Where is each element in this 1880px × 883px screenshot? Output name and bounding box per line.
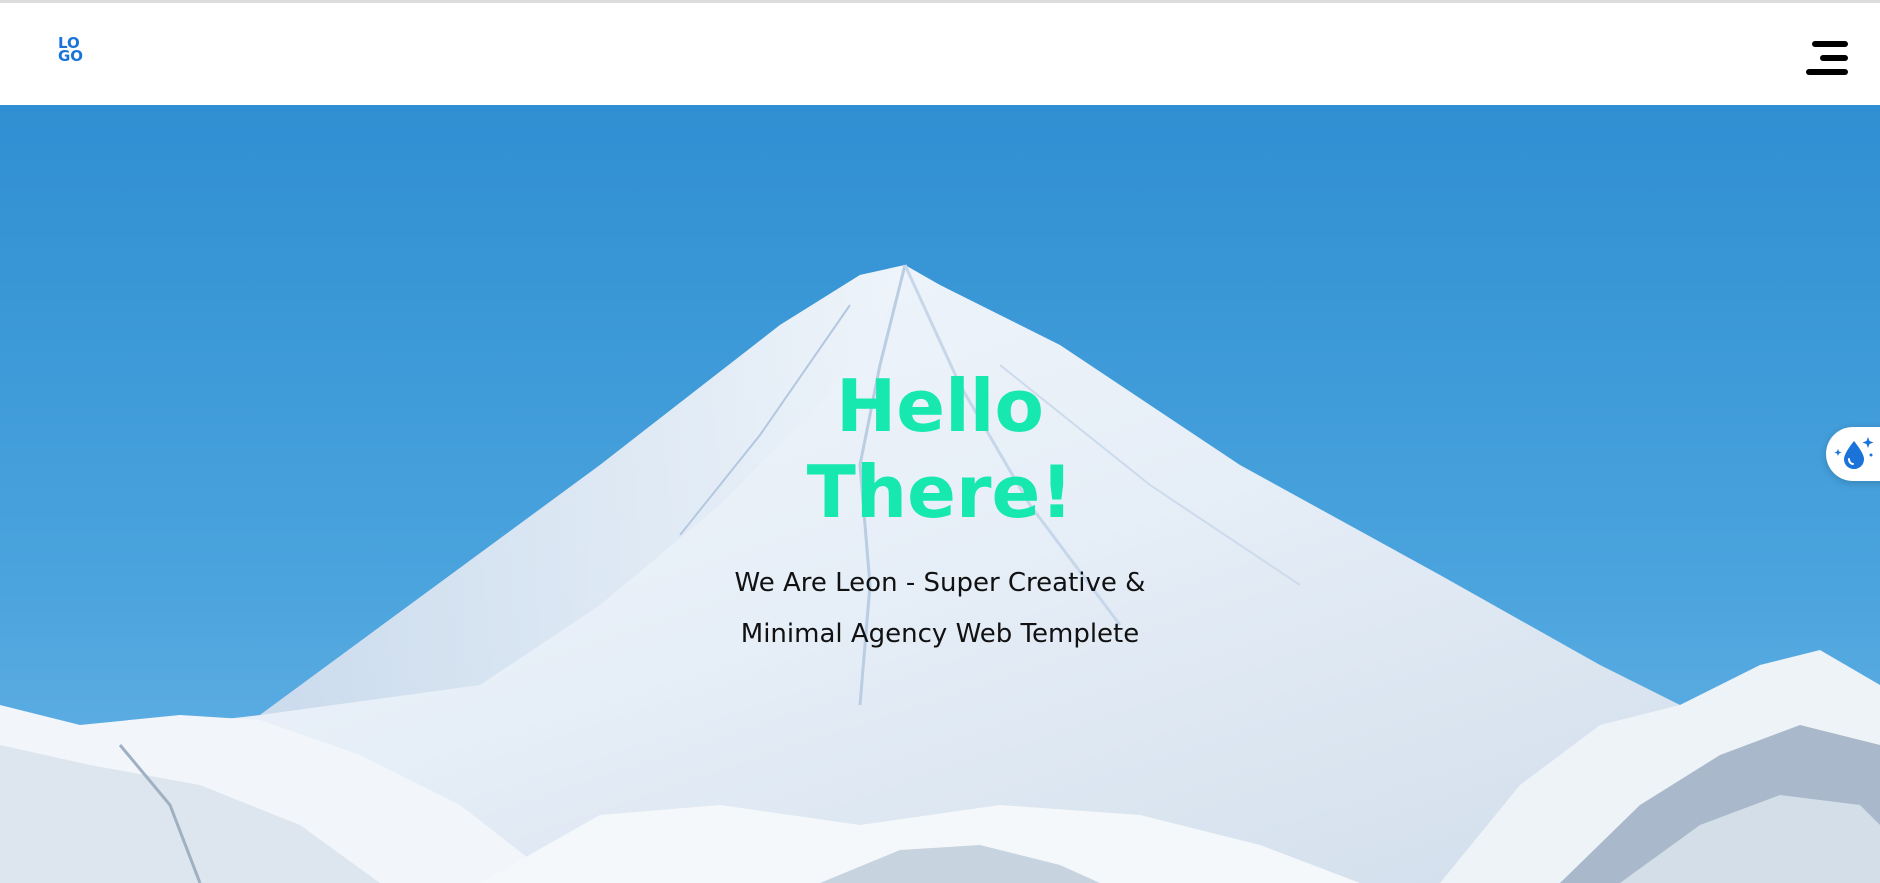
water-drop-sparkle-icon [1834,437,1874,469]
logo[interactable]: LO GO [58,36,88,65]
floating-widget-button[interactable] [1826,427,1880,481]
hamburger-menu-icon[interactable] [1800,35,1848,83]
hero-section: Hello There! We Are Leon - Super Creativ… [0,105,1880,883]
logo-line-2: GO [58,47,84,65]
hero-title: Hello There! [0,363,1880,535]
hero-title-line-1: Hello [836,364,1044,448]
site-header: LO GO [0,3,1880,105]
hero-title-line-2: There! [806,450,1074,534]
hero-subtitle: We Are Leon - Super Creative & Minimal A… [734,568,1146,649]
